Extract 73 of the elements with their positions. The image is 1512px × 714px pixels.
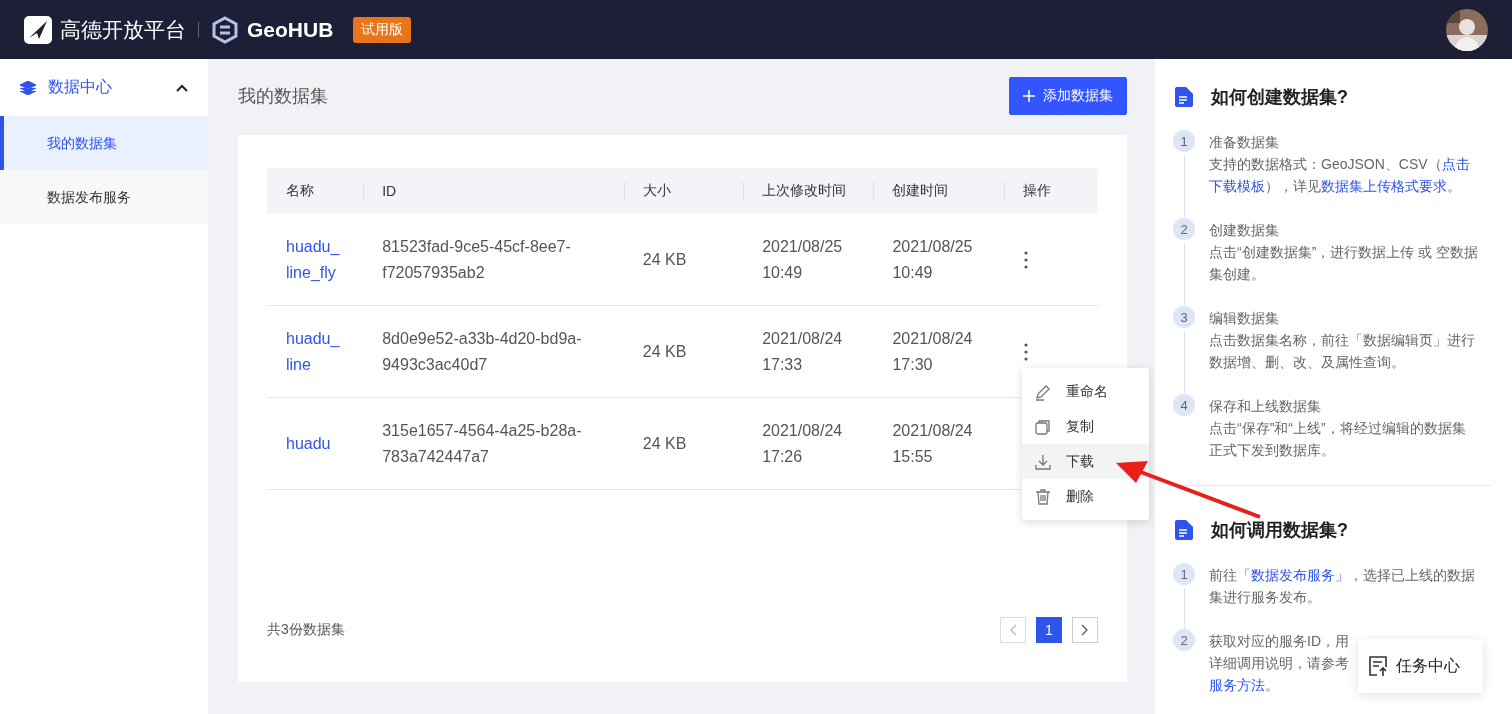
step-title: 创建数据集 — [1209, 221, 1280, 240]
menu-item[interactable]: 重命名 — [1022, 374, 1149, 409]
column-header: 上次修改时间 — [762, 182, 847, 198]
step-number: 3 — [1173, 306, 1195, 328]
document-icon — [1175, 520, 1193, 540]
help-link[interactable]: 数据集上传格式要求 — [1321, 178, 1447, 194]
table-cell: 81523fad-9ce5-45cf-8ee7-f72057935ab2 — [382, 237, 571, 281]
help-link[interactable]: 点击 — [1441, 156, 1470, 172]
plus-icon — [1023, 90, 1035, 102]
layers-icon — [20, 80, 36, 95]
more-icon[interactable] — [1022, 250, 1029, 269]
help-link[interactable]: 服务方法 — [1209, 677, 1265, 693]
step-text: 获取对应的服务ID，用 详细调用说明，请参考 服务方法。 — [1209, 632, 1349, 695]
step-title: 编辑数据集 — [1209, 309, 1280, 328]
menu-item[interactable]: 复制 — [1022, 409, 1149, 444]
column-header: 操作 — [1022, 182, 1051, 198]
step-number: 2 — [1173, 629, 1195, 651]
step-title: 保存和上线数据集 — [1209, 397, 1322, 416]
column-header: 创建时间 — [892, 182, 949, 198]
table-cell: 24 KB — [642, 250, 687, 268]
table-cell: 8d0e9e52-a33b-4d20-bd9a-9493c3ac40d7 — [382, 329, 582, 373]
help-link[interactable]: 下载模板 — [1209, 178, 1265, 194]
table-cell: 2021/08/24 17:26 — [762, 421, 843, 465]
copy-icon — [1034, 417, 1052, 436]
column-header: 名称 — [286, 182, 314, 198]
page-title: 我的数据集 — [238, 85, 328, 108]
table-cell: 2021/08/24 17:33 — [762, 329, 843, 373]
column-header: 大小 — [642, 182, 671, 198]
step-text: 支持的数据格式：GeoJSON、CSV（点击 下载模板），详见数据集上传格式要求。 — [1209, 155, 1470, 196]
step-text: 点击“创建数据集”，进行数据上传 或 空数据 集创建。 — [1209, 243, 1479, 284]
menu-item[interactable]: 删除 — [1022, 479, 1149, 514]
sidebar-group[interactable]: 数据中心 — [0, 59, 208, 116]
help-heading: 如何调用数据集? — [1211, 519, 1348, 542]
more-icon[interactable] — [1022, 342, 1029, 361]
task-center-button[interactable]: 任务中心 — [1358, 639, 1483, 693]
help-heading: 如何创建数据集? — [1211, 86, 1348, 109]
sidebar-item[interactable]: 我的数据集 — [0, 116, 208, 170]
step-text: 点击“保存”和“上线”，将经过编辑的数据集 正式下发到数据库。 — [1209, 419, 1466, 460]
table-cell: 2021/08/25 10:49 — [762, 237, 843, 281]
step-text: 点击数据集名称，前往「数据编辑页」进行 数据增、删、改、及属性查询。 — [1209, 331, 1475, 372]
total-count: 共3份数据集 — [267, 621, 345, 639]
sidebar-item[interactable]: 数据发布服务 — [0, 170, 208, 224]
product-name: GeoHUB — [247, 17, 334, 42]
cube-logo-icon — [211, 15, 239, 44]
step-number: 1 — [1173, 563, 1195, 585]
dataset-name-link[interactable]: huadu — [286, 430, 342, 457]
column-header: ID — [382, 183, 397, 199]
table-cell: 315e1657-4564-4a25-b28a-783a742447a7 — [382, 421, 582, 465]
step-number: 2 — [1173, 218, 1195, 240]
chevron-right-icon — [1081, 624, 1089, 636]
page-button[interactable]: 1 — [1036, 617, 1062, 643]
dataset-name-link[interactable]: huadu_line_fly — [286, 233, 342, 286]
brand-name: 高德开放平台 — [60, 16, 186, 43]
trash-icon — [1034, 487, 1052, 506]
table-cell: 2021/08/24 15:55 — [892, 421, 973, 465]
table-cell: 24 KB — [642, 434, 687, 452]
table-cell: 24 KB — [642, 342, 687, 360]
step-number: 1 — [1173, 130, 1195, 152]
document-icon — [1175, 87, 1193, 107]
step-number: 4 — [1173, 394, 1195, 416]
table-cell: 2021/08/25 10:49 — [892, 237, 973, 281]
step-title: 准备数据集 — [1209, 133, 1280, 152]
step-text: 前往「数据发布服务」，选择已上线的数据 集进行服务发布。 — [1209, 566, 1475, 607]
menu-item[interactable]: 下载 — [1022, 444, 1149, 479]
trial-badge: 试用版 — [353, 16, 412, 43]
dataset-name-link[interactable]: huadu_line — [286, 325, 342, 378]
add-dataset-button[interactable]: 添加数据集 — [1009, 77, 1127, 115]
help-link[interactable]: 「数据发布服务」 — [1237, 567, 1349, 583]
logo-icon — [24, 15, 52, 44]
task-list-icon — [1368, 655, 1388, 677]
chevron-left-icon — [1009, 624, 1017, 636]
table-cell: 2021/08/24 17:30 — [892, 329, 973, 373]
download-icon — [1034, 452, 1052, 471]
